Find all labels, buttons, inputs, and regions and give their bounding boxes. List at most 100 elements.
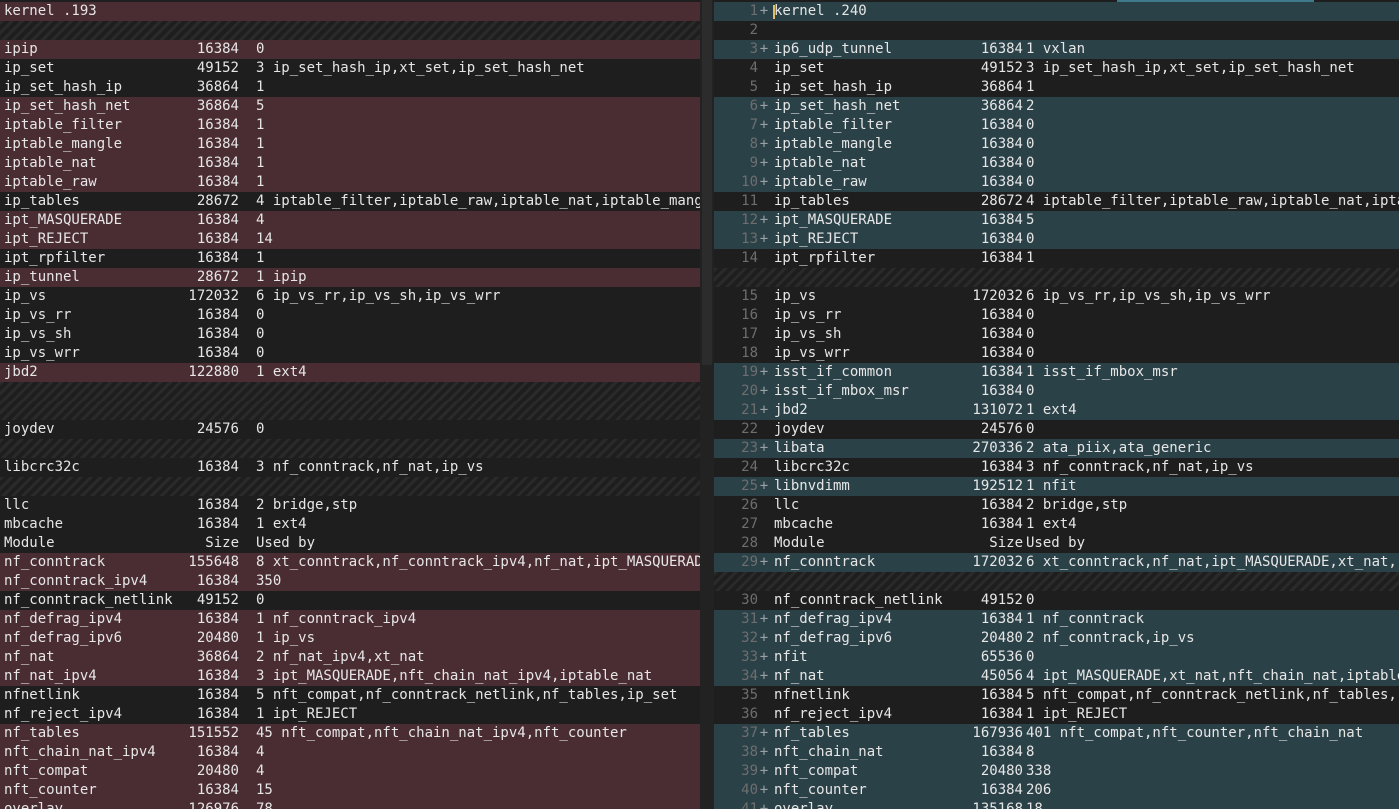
line-number: 8 [749,136,758,152]
diff-line[interactable]: nft_counter 16384 15 [0,781,714,800]
diff-line[interactable]: mbcache 16384 1 ext4 [0,515,714,534]
diff-line[interactable]: libcrc32c 16384 3 nf_conntrack,nf_nat,ip_v… [0,458,714,477]
diff-line[interactable]: 25 + libnvdimm 192512 1 nfit [714,477,1399,496]
diff-line[interactable]: jbd2 122880 1 ext4 [0,363,714,382]
diff-line[interactable]: nf_defrag_ipv4 16384 1 nf_conntrack_ipv4 [0,610,714,629]
diff-line[interactable]: 17 ip_vs_sh 16384 0 [714,325,1399,344]
diff-line[interactable]: 5 ip_set_hash_ip 36864 1 [714,78,1399,97]
module-name: nf_defrag_ipv6 [4,630,123,646]
diff-line[interactable]: 15 ip_vs 172032 6 ip_vs_rr,ip_vs_sh,ip_vs_w… [714,287,1399,306]
diff-line[interactable]: 41 + overlay 135168 18 [714,800,1399,809]
diff-line[interactable]: llc 16384 2 bridge,stp [0,496,714,515]
diff-line[interactable]: 1 + kernel .240 [714,2,1399,21]
diff-line[interactable]: 21 + jbd2 131072 1 ext4 [714,401,1399,420]
diff-line[interactable]: 6 + ip_set_hash_net 36864 2 [714,97,1399,116]
diff-line[interactable]: 23 + libata 270336 2 ata_piix,ata_generic [714,439,1399,458]
left-diff-pane[interactable]: kernel .193 ipip 16384 0 ip_set 49152 3 ip_set… [0,0,714,809]
diff-line[interactable]: ip_vs 172032 6 ip_vs_rr,ip_vs_sh,ip_vs_wrr [0,287,714,306]
diff-line[interactable]: nf_conntrack_netlink 49152 0 [0,591,714,610]
diff-line[interactable]: 8 + iptable_mangle 16384 0 [714,135,1399,154]
diff-line[interactable]: ipt_rpfilter 16384 1 [0,249,714,268]
diff-line[interactable]: 3 + ip6_udp_tunnel 16384 1 vxlan [714,40,1399,59]
diff-line[interactable]: 28 Module Size Used by [714,534,1399,553]
diff-line[interactable]: 40 + nft_counter 16384 206 [714,781,1399,800]
module-size: 16384 [980,136,1023,152]
diff-line[interactable]: 20 + isst_if_mbox_msr 16384 0 [714,382,1399,401]
module-name: ipt_MASQUERADE [4,212,123,228]
diff-line[interactable]: iptable_raw 16384 1 [0,173,714,192]
diff-line[interactable]: ip_set_hash_net 36864 5 [0,97,714,116]
diff-line[interactable]: 32 + nf_defrag_ipv6 20480 2 nf_conntrack,ip_… [714,629,1399,648]
diff-line[interactable]: nft_chain_nat_ipv4 16384 4 [0,743,714,762]
diff-line[interactable]: ip_vs_sh 16384 0 [0,325,714,344]
diff-line[interactable]: 30 nf_conntrack_netlink 49152 0 [714,591,1399,610]
diff-line[interactable]: joydev 24576 0 [0,420,714,439]
diff-line[interactable]: ipt_MASQUERADE 16384 4 [0,211,714,230]
diff-line[interactable]: 18 ip_vs_wrr 16384 0 [714,344,1399,363]
diff-line[interactable]: ip_vs_wrr 16384 0 [0,344,714,363]
diff-line[interactable]: 7 + iptable_filter 16384 0 [714,116,1399,135]
diff-line[interactable]: 2 [714,21,1399,40]
module-name: nfnetlink [4,687,80,703]
diff-line[interactable]: 22 joydev 24576 0 [714,420,1399,439]
diff-line[interactable]: ip_tables 28672 4 iptable_filter,iptable_r… [0,192,714,211]
line-number-gutter: 6 + [714,97,770,116]
diff-marker: + [759,554,769,570]
diff-line[interactable]: iptable_filter 16384 1 [0,116,714,135]
diff-line[interactable]: 27 mbcache 16384 1 ext4 [714,515,1399,534]
module-size: 16384 [980,345,1023,361]
diff-line[interactable]: 4 ip_set 49152 3 ip_set_hash_ip,xt_set,ip_s… [714,59,1399,78]
diff-line[interactable]: Module Size Used by [0,534,714,553]
line-number-gutter: 40 + [714,781,770,800]
diff-line[interactable]: 11 ip_tables 28672 4 iptable_filter,iptable… [714,192,1399,211]
diff-line[interactable]: 9 + iptable_nat 16384 0 [714,154,1399,173]
diff-line[interactable]: 16 ip_vs_rr 16384 0 [714,306,1399,325]
diff-line[interactable]: 24 libcrc32c 16384 3 nf_conntrack,nf_nat,ip… [714,458,1399,477]
module-used-by: 0 [1026,592,1035,608]
diff-line[interactable]: 14 ipt_rpfilter 16384 1 [714,249,1399,268]
diff-line[interactable]: 34 + nf_nat 45056 4 ipt_MASQUERADE,xt_nat,nf… [714,667,1399,686]
diff-line[interactable]: 13 + ipt_REJECT 16384 0 [714,230,1399,249]
diff-line[interactable]: 33 + nfit 65536 0 [714,648,1399,667]
diff-line[interactable]: ip_vs_rr 16384 0 [0,306,714,325]
module-size: 16384 [196,516,239,532]
diff-line[interactable]: 37 + nf_tables 167936 401 nft_compat,nft_cou… [714,724,1399,743]
diff-line[interactable]: nf_conntrack 155648 8 xt_conntrack,nf_conn… [0,553,714,572]
module-used-by: 1 [256,136,265,152]
diff-line[interactable]: ip_tunnel 28672 1 ipip [0,268,714,287]
diff-line[interactable]: 31 + nf_defrag_ipv4 16384 1 nf_conntrack [714,610,1399,629]
diff-line[interactable]: ip_set 49152 3 ip_set_hash_ip,xt_set,ip_se… [0,59,714,78]
diff-line[interactable]: nf_conntrack_ipv4 16384 350 [0,572,714,591]
module-size: 16384 [196,345,239,361]
diff-line[interactable]: nf_nat_ipv4 16384 3 ipt_MASQUERADE,nft_cha… [0,667,714,686]
diff-line[interactable]: ipip 16384 0 [0,40,714,59]
diff-line[interactable]: 38 + nft_chain_nat 16384 8 [714,743,1399,762]
diff-line[interactable]: ip_set_hash_ip 36864 1 [0,78,714,97]
diff-line[interactable]: nf_defrag_ipv6 20480 1 ip_vs [0,629,714,648]
diff-line[interactable]: nft_compat 20480 4 [0,762,714,781]
left-pane-scroll-thumb[interactable] [702,0,712,365]
diff-line[interactable]: overlay 126976 78 [0,800,714,809]
right-diff-pane[interactable]: 1 + kernel .240 2 3 + ip6_udp_tunnel 16384 1 vxl… [714,0,1399,809]
diff-line[interactable]: kernel .193 [0,2,714,21]
diff-line[interactable]: 19 + isst_if_common 16384 1 isst_if_mbox_msr [714,363,1399,382]
diff-line[interactable]: iptable_mangle 16384 1 [0,135,714,154]
diff-line[interactable]: 26 llc 16384 2 bridge,stp [714,496,1399,515]
diff-line[interactable]: ipt_REJECT 16384 14 [0,230,714,249]
module-name: overlay [774,801,834,809]
diff-line[interactable]: nfnetlink 16384 5 nft_compat,nf_conntrack_… [0,686,714,705]
diff-line[interactable]: nf_reject_ipv4 16384 1 ipt_REJECT [0,705,714,724]
module-used-by: 18 [1026,801,1043,809]
diff-line[interactable]: nf_tables 151552 45 nft_compat,nft_chain_n… [0,724,714,743]
diff-line[interactable]: iptable_nat 16384 1 [0,154,714,173]
diff-line[interactable]: 35 nfnetlink 16384 5 nft_compat,nf_conntrac… [714,686,1399,705]
diff-line[interactable]: 12 + ipt_MASQUERADE 16384 5 [714,211,1399,230]
diff-line[interactable]: 36 nf_reject_ipv4 16384 1 ipt_REJECT [714,705,1399,724]
diff-line[interactable]: 10 + iptable_raw 16384 0 [714,173,1399,192]
module-name: ip_set [4,60,55,76]
diff-line[interactable]: 39 + nft_compat 20480 338 [714,762,1399,781]
line-number-gutter: 26 [714,496,770,515]
module-used-by: 0 [1026,326,1035,342]
diff-line[interactable]: 29 + nf_conntrack 172032 6 xt_conntrack,nf_n… [714,553,1399,572]
diff-line[interactable]: nf_nat 36864 2 nf_nat_ipv4,xt_nat [0,648,714,667]
